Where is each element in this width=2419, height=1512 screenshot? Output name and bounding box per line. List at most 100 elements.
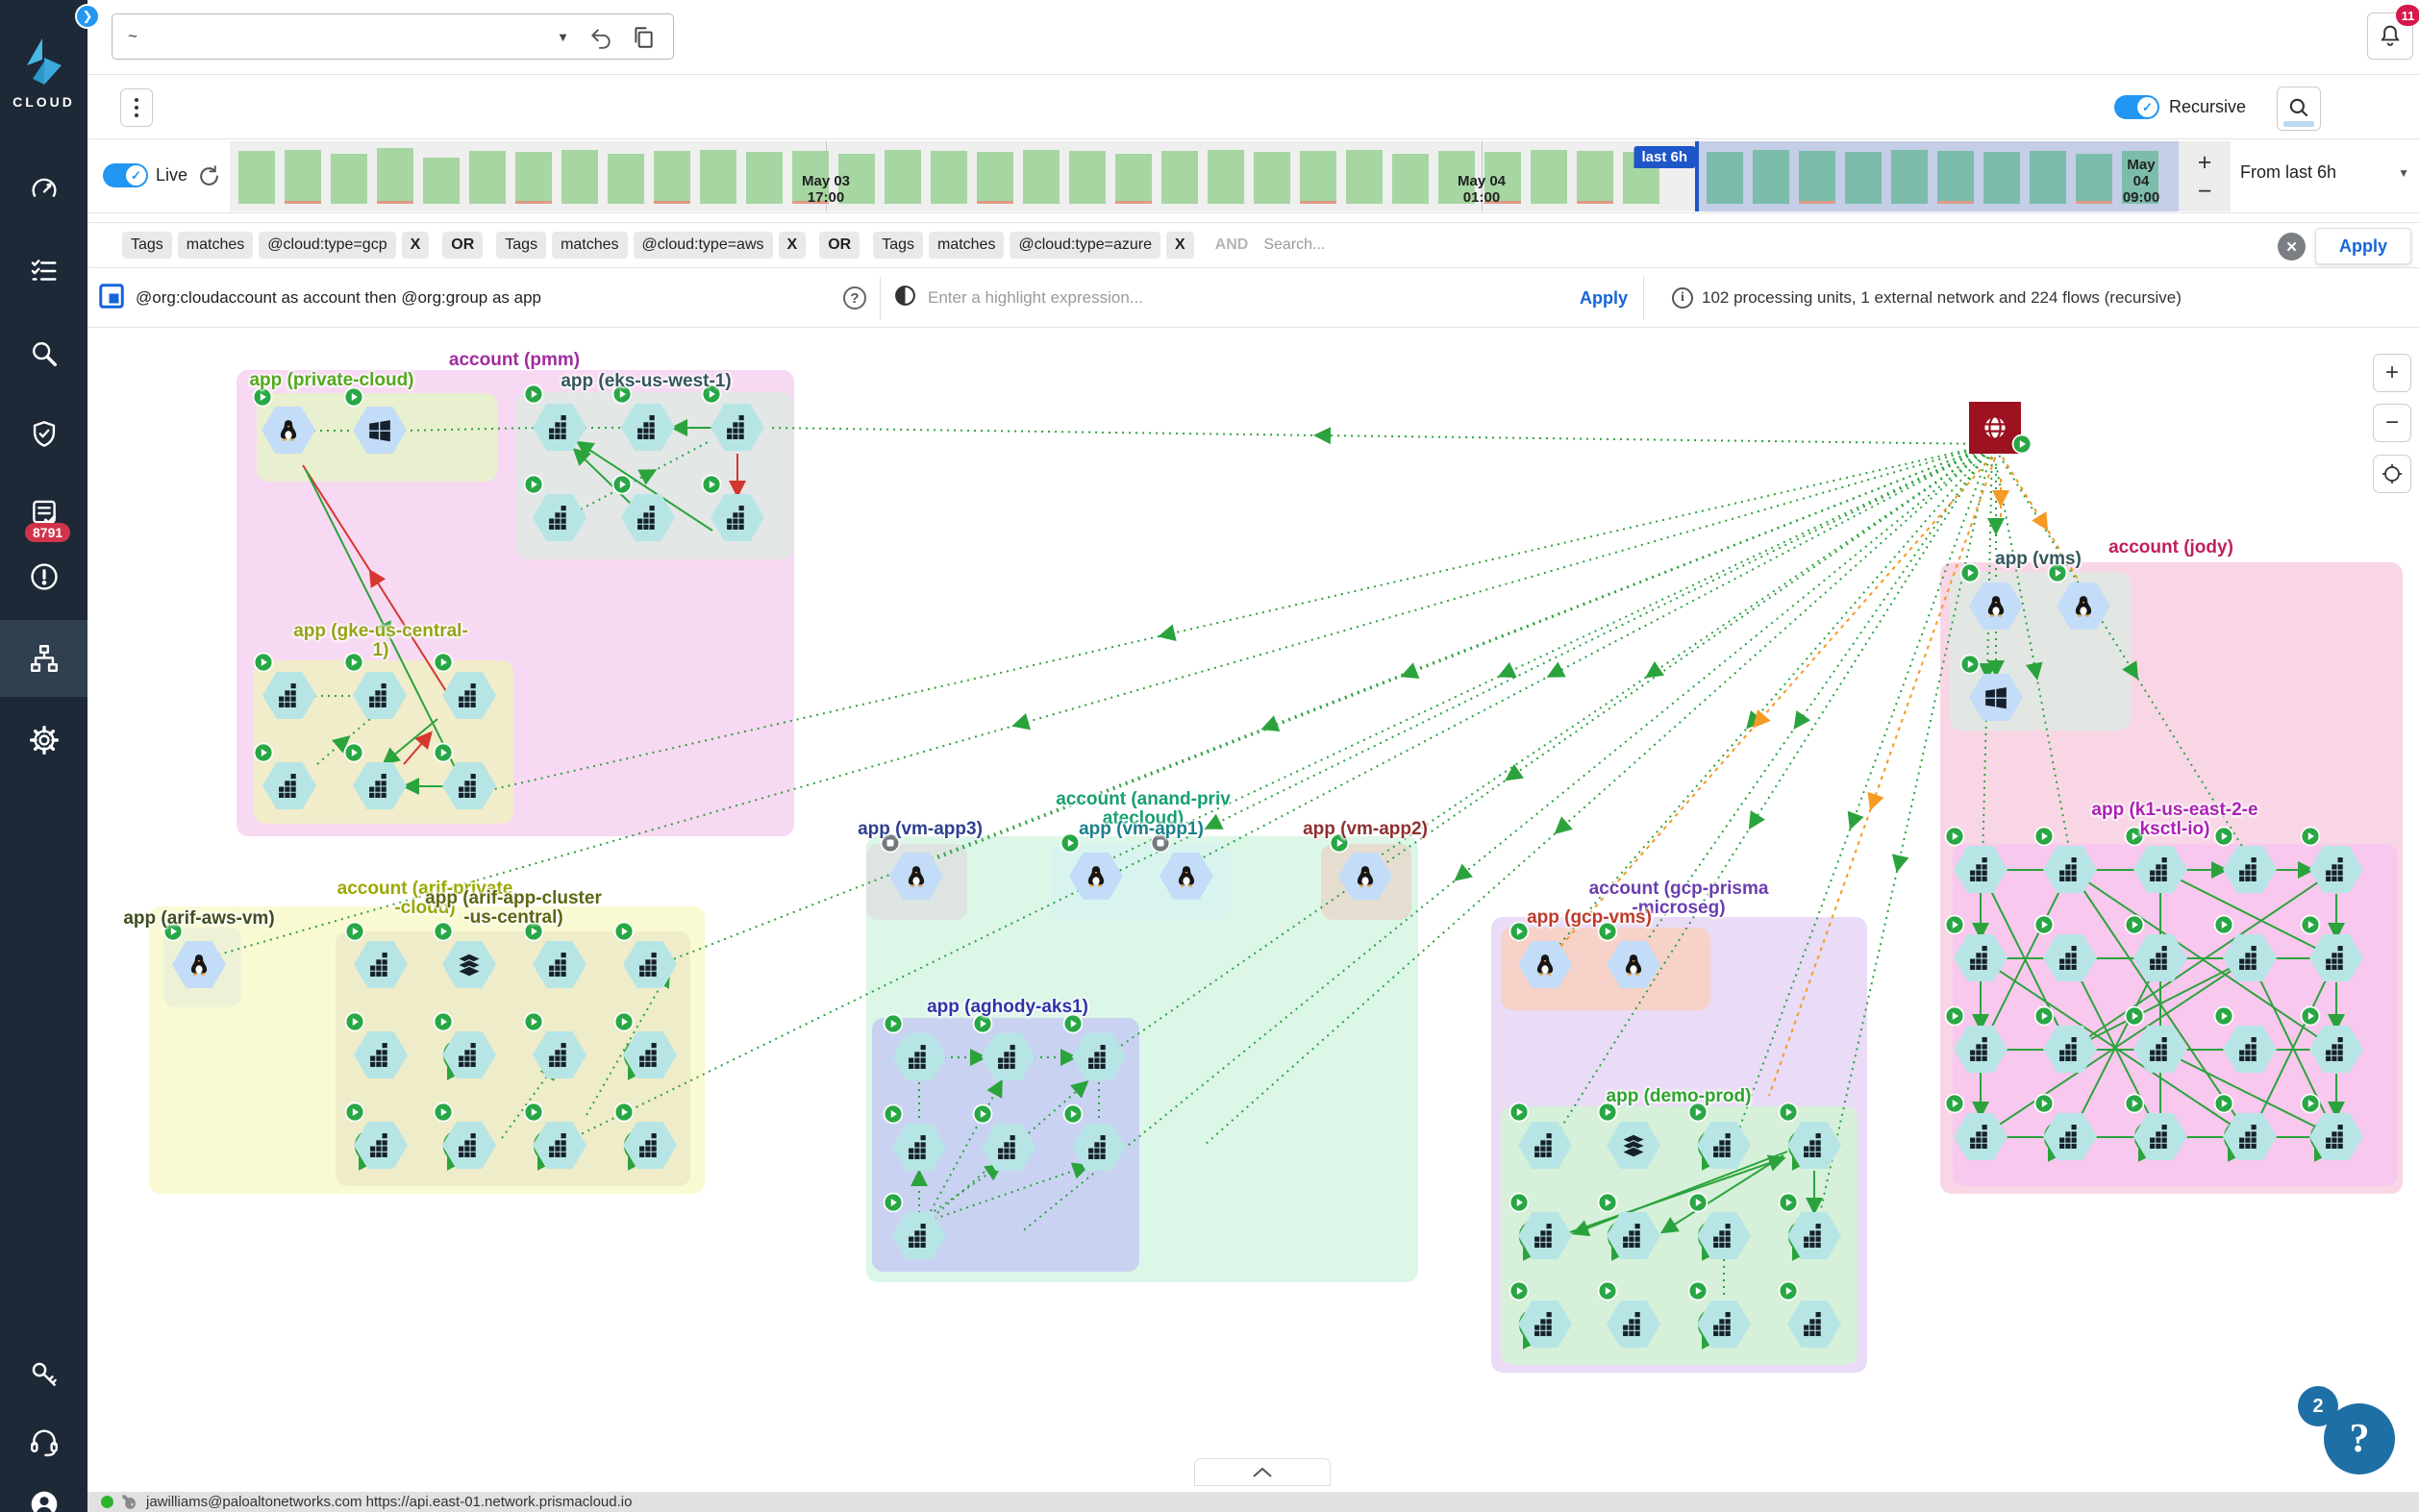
histogram-bar[interactable]: [1707, 152, 1743, 204]
filter-remove-icon[interactable]: X: [1166, 232, 1194, 259]
filter-field[interactable]: Tags: [496, 232, 546, 259]
histogram-bar[interactable]: [1753, 150, 1789, 204]
histogram-bar[interactable]: [331, 154, 367, 204]
histogram-bar[interactable]: [1891, 150, 1928, 204]
timeline-zoom-out-button[interactable]: −: [2198, 182, 2212, 201]
fit-view-button[interactable]: [2373, 455, 2411, 493]
histogram-bar[interactable]: [238, 151, 275, 204]
highlight-expression-input[interactable]: Enter a highlight expression...: [928, 288, 1143, 308]
top-bar: ~ ▼ 11: [87, 0, 2419, 75]
histogram-bar[interactable]: [1983, 152, 2020, 204]
histogram-bar[interactable]: [1577, 151, 1613, 204]
histogram-bar[interactable]: [423, 158, 460, 204]
network-graph-canvas[interactable]: + − 2 ? account (pmm)account (jody)accou…: [87, 328, 2419, 1492]
sidebar-expand-chevron-icon[interactable]: ❯: [75, 4, 100, 29]
filter-operator[interactable]: matches: [552, 232, 627, 259]
group-by-icon: [97, 282, 126, 315]
zoom-in-button[interactable]: +: [2373, 354, 2411, 392]
live-toggle[interactable]: ✓: [103, 163, 148, 187]
histogram-bar[interactable]: [885, 150, 921, 204]
filter-value[interactable]: @cloud:type=aws: [634, 232, 773, 259]
running-status-badge: [2300, 1005, 2321, 1031]
filter-remove-icon[interactable]: X: [402, 232, 430, 259]
filter-joiner[interactable]: OR: [819, 232, 860, 259]
group-label-account-pmm: account (pmm): [449, 351, 580, 370]
recursive-toggle[interactable]: ✓: [2114, 95, 2159, 119]
histogram-bar[interactable]: [746, 152, 783, 204]
histogram-bar[interactable]: [1531, 150, 1567, 204]
connection-status-icon: [101, 1496, 113, 1508]
histogram-bar[interactable]: [1346, 150, 1383, 204]
histogram-bar[interactable]: [285, 150, 321, 204]
expand-bottom-panel-button[interactable]: [1194, 1458, 1331, 1486]
histogram-bar[interactable]: [931, 151, 967, 204]
running-status-badge: [1944, 1093, 1965, 1119]
timeline-zoom-in-button[interactable]: +: [2198, 153, 2212, 172]
histogram-bar[interactable]: [1254, 152, 1290, 204]
highlight-toggle-icon[interactable]: [893, 284, 917, 312]
histogram-bar[interactable]: [515, 152, 552, 204]
histogram-bar[interactable]: [1069, 151, 1106, 204]
histogram-bar[interactable]: [1845, 152, 1882, 204]
headset-icon: [28, 1425, 61, 1458]
sidebar-item-investigate[interactable]: [0, 315, 87, 392]
histogram-bar[interactable]: [1161, 151, 1198, 204]
sidebar-item-settings[interactable]: [0, 702, 87, 779]
filter-field[interactable]: Tags: [122, 232, 172, 259]
filter-search-input[interactable]: Search...: [1263, 236, 1325, 254]
histogram-bar[interactable]: [1115, 154, 1152, 204]
notifications-button[interactable]: 11: [2367, 12, 2413, 60]
histogram-bar[interactable]: [654, 151, 690, 204]
group-label-app-vm-app3: app (vm-app3): [858, 820, 983, 839]
filter-operator[interactable]: matches: [929, 232, 1004, 259]
expression-apply-button[interactable]: Apply: [1580, 288, 1628, 309]
chevron-down-icon[interactable]: ▼: [557, 30, 569, 44]
sidebar-item-inventory[interactable]: [0, 233, 87, 310]
histogram-bar[interactable]: [1937, 151, 1974, 204]
internet-node[interactable]: [1969, 402, 2021, 454]
running-status-badge: [613, 1011, 635, 1037]
histogram-bar[interactable]: [1208, 150, 1244, 204]
group-label-app-arif-aws-vm: app (arif-aws-vm): [123, 909, 274, 929]
more-options-button[interactable]: [120, 88, 153, 127]
histogram-bar[interactable]: [561, 150, 598, 204]
sidebar-item-alerts[interactable]: 8791: [0, 538, 87, 615]
refresh-icon[interactable]: [197, 164, 221, 193]
sidebar-item-network[interactable]: [0, 620, 87, 697]
filter-value[interactable]: @cloud:type=azure: [1010, 232, 1160, 259]
filter-value[interactable]: @cloud:type=gcp: [259, 232, 395, 259]
running-status-badge: [523, 1011, 544, 1037]
filter-field[interactable]: Tags: [873, 232, 923, 259]
prisma-cloud-logo[interactable]: CLOUD: [0, 37, 87, 110]
time-range-select[interactable]: From last 6h ▼: [2240, 162, 2409, 183]
histogram-bar[interactable]: [377, 148, 413, 204]
histogram-bar[interactable]: [2076, 154, 2112, 204]
clear-filters-icon[interactable]: ✕: [2278, 233, 2306, 260]
histogram-bar[interactable]: [1300, 151, 1336, 204]
filter-apply-button[interactable]: Apply: [2315, 228, 2411, 264]
histogram-bar[interactable]: [608, 154, 644, 204]
grouping-expression[interactable]: @org:cloudaccount as account then @org:g…: [136, 288, 541, 308]
histogram-bar[interactable]: [469, 151, 506, 204]
undo-icon[interactable]: [588, 25, 613, 55]
histogram-bar[interactable]: [977, 152, 1013, 204]
sidebar-item-access[interactable]: [0, 1336, 87, 1413]
histogram-bar[interactable]: [2030, 151, 2066, 204]
sidebar-item-compliance[interactable]: [0, 396, 87, 473]
copy-icon[interactable]: [631, 25, 656, 55]
sidebar-item-profile[interactable]: [0, 1466, 87, 1512]
filter-remove-icon[interactable]: X: [779, 232, 807, 259]
filter-operator[interactable]: matches: [178, 232, 253, 259]
zoom-out-button[interactable]: −: [2373, 404, 2411, 442]
sidebar-item-dashboard[interactable]: [0, 152, 87, 229]
histogram-bar[interactable]: [1799, 151, 1835, 204]
histogram-bar[interactable]: [700, 150, 736, 204]
timeline-histogram[interactable]: May 03 17:00May 04 01:00May 04 09:00last…: [230, 141, 2179, 211]
histogram-bar[interactable]: [1023, 150, 1060, 204]
histogram-bar[interactable]: [1392, 154, 1429, 204]
graph-search-button[interactable]: [2277, 87, 2321, 131]
saved-view-combobox[interactable]: ~ ▼: [112, 13, 674, 60]
help-icon[interactable]: ?: [843, 286, 866, 310]
group-label-app-gke-us-central-1: app (gke-us-central- 1): [293, 622, 468, 660]
filter-joiner[interactable]: OR: [442, 232, 483, 259]
